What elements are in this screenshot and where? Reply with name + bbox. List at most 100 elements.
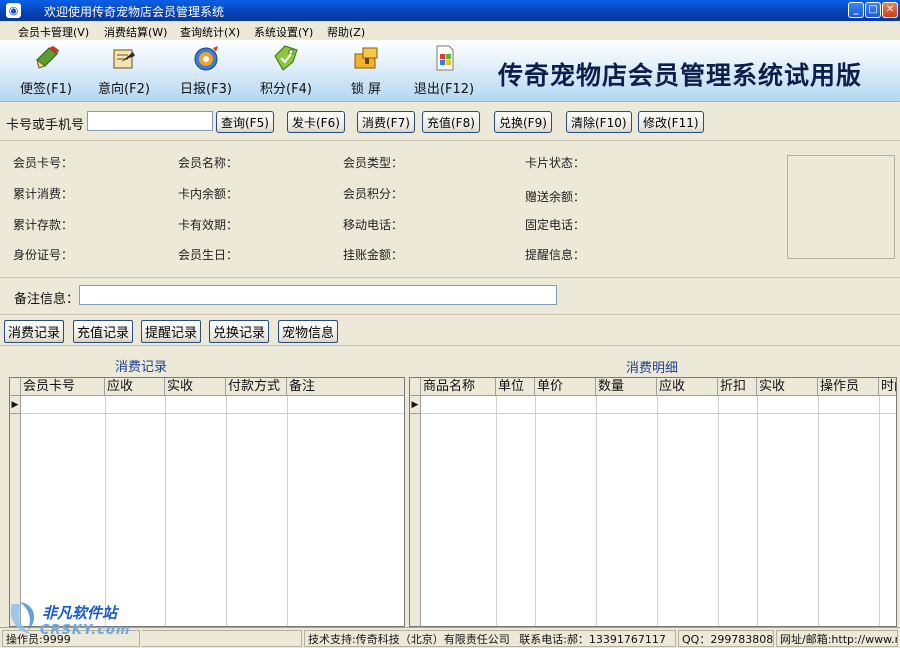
consumption-detail-grid[interactable]: 商品名称 单位 单价 数量 应收 折扣 实收 操作员 时间 ▶ [409,377,897,627]
remark-input[interactable] [79,285,557,305]
menu-consumption-settlement[interactable]: 消费结算(W) [104,24,167,40]
app-icon[interactable]: ◉ [6,3,21,18]
grid-col-line [496,396,497,626]
grid-row-line [421,413,896,414]
consume-button[interactable]: 消费(F7) [357,111,415,133]
tab-pet-info[interactable]: 宠物信息 [278,320,339,343]
grid-col-line [657,396,658,626]
watermark-line1: 非凡软件站 [42,604,118,622]
member-info-panel: 会员卡号： 会员名称： 会员类型： 卡片状态： 累计消费： 卡内余额： 会员积分… [0,142,900,278]
grid-col-line [879,396,880,626]
menu-query-statistics[interactable]: 查询统计(X) [180,24,240,40]
field-mobile-phone: 移动电话： [343,218,404,232]
points-tag-icon [274,45,298,71]
col-detail-receivable[interactable]: 应收 [657,378,718,396]
status-support-text: 技术支持:传奇科技（北京）有限责任公司 [308,633,510,646]
current-row-indicator: ▶ [10,396,21,414]
notepad-label: 便签(F1) [20,82,72,97]
field-id-number: 身份证号： [13,248,74,262]
col-card-number[interactable]: 会员卡号 [21,378,105,396]
right-grid-header: 商品名称 单位 单价 数量 应收 折扣 实收 操作员 时间 [410,378,896,396]
intent-arrow-icon [113,49,135,69]
field-birthday: 会员生日： [178,248,239,262]
consumption-records-grid[interactable]: 会员卡号 应收 实收 付款方式 备注 ▶ [9,377,405,627]
col-payment-method[interactable]: 付款方式 [226,378,287,396]
status-empty-pane [142,630,302,647]
clear-button[interactable]: 清除(F10) [566,111,632,133]
search-row: 卡号或手机号 查询(F5) 发卡(F6) 消费(F7) 充值(F8) 兑换(F9… [0,103,900,141]
field-landline-phone: 固定电话： [525,218,586,232]
grid-row-line [21,413,404,414]
field-member-points: 会员积分： [343,187,404,201]
col-detail-received[interactable]: 实收 [757,378,818,396]
remark-label: 备注信息： [14,292,80,307]
tab-recharge-records[interactable]: 充值记录 [73,320,134,343]
col-received[interactable]: 实收 [165,378,226,396]
exit-document-icon [436,45,454,71]
exit-label: 退出(F12) [413,82,475,97]
modify-button[interactable]: 修改(F11) [638,111,704,133]
crsky-logo-icon [10,602,35,634]
right-grid-corner [410,378,421,396]
daily-report-button[interactable]: 日报(F3) [170,44,242,98]
exchange-button[interactable]: 兑换(F9) [494,111,552,133]
notepad-button[interactable]: 便签(F1) [10,44,82,98]
menu-bar: 会员卡管理(V) 消费结算(W) 查询统计(X) 系统设置(Y) 帮助(Z) [0,21,900,40]
intent-button[interactable]: 意向(F2) [88,44,160,98]
col-remark[interactable]: 备注 [287,378,404,396]
status-qq: QQ：2997838081 [678,630,774,647]
title-bar: ◉ 欢迎使用传奇宠物店会员管理系统 _ □ ✕ [0,0,900,21]
field-total-consumption: 累计消费： [13,187,74,201]
grid-col-line [718,396,719,626]
tab-exchange-records[interactable]: 兑换记录 [209,320,270,343]
field-member-name: 会员名称： [178,156,239,170]
maximize-button[interactable]: □ [865,2,881,18]
left-grid-header: 会员卡号 应收 实收 付款方式 备注 [10,378,404,396]
query-button[interactable]: 查询(F5) [216,111,274,133]
col-receivable[interactable]: 应收 [105,378,165,396]
grid-col-line [535,396,536,626]
points-label: 积分(F4) [260,82,312,97]
lock-screen-button[interactable]: 锁 屏 [330,44,402,98]
menu-help[interactable]: 帮助(Z) [327,24,365,40]
grid-col-line [226,396,227,626]
col-time[interactable]: 时间 [879,378,896,396]
card-or-phone-input[interactable] [87,111,213,131]
issue-card-button[interactable]: 发卡(F6) [287,111,345,133]
grid-col-line [165,396,166,626]
field-total-deposit: 累计存款： [13,218,74,232]
exit-button[interactable]: 退出(F12) [408,44,480,98]
col-operator[interactable]: 操作员 [818,378,879,396]
left-grid-corner [10,378,21,396]
watermark-line2: CRSKY.com [40,623,131,638]
field-reminder-info: 提醒信息： [525,248,586,262]
menu-card-management[interactable]: 会员卡管理(V) [18,24,89,40]
recharge-button[interactable]: 充值(F8) [422,111,480,133]
points-button[interactable]: 积分(F4) [250,44,322,98]
status-web: 网址/邮箱:http://www.nc [776,630,898,647]
grid-col-line [818,396,819,626]
menu-system-settings[interactable]: 系统设置(Y) [254,24,313,40]
col-unit-price[interactable]: 单价 [535,378,596,396]
remark-row: 备注信息： [0,279,900,315]
member-photo-box[interactable] [787,155,895,259]
status-phone-text: 联系电话:郝：13391767117 [519,633,666,646]
field-credit-amount: 挂账金额： [343,248,404,262]
col-quantity[interactable]: 数量 [596,378,657,396]
tab-consumption-records[interactable]: 消费记录 [4,320,65,343]
col-product-name[interactable]: 商品名称 [421,378,496,396]
brand-title: 传奇宠物店会员管理系统试用版 [497,61,862,90]
tab-reminder-records[interactable]: 提醒记录 [141,320,202,343]
field-card-balance: 卡内余额： [178,187,239,201]
field-card-status: 卡片状态： [525,156,586,170]
grid-col-line [105,396,106,626]
grid-col-line [596,396,597,626]
col-discount[interactable]: 折扣 [718,378,757,396]
left-grid-title: 消费记录 [115,360,168,375]
daily-report-label: 日报(F3) [180,82,232,97]
close-button[interactable]: ✕ [882,2,898,18]
col-unit[interactable]: 单位 [496,378,535,396]
minimize-button[interactable]: _ [848,2,864,18]
daily-report-icon [194,46,218,71]
intent-label: 意向(F2) [98,82,150,97]
